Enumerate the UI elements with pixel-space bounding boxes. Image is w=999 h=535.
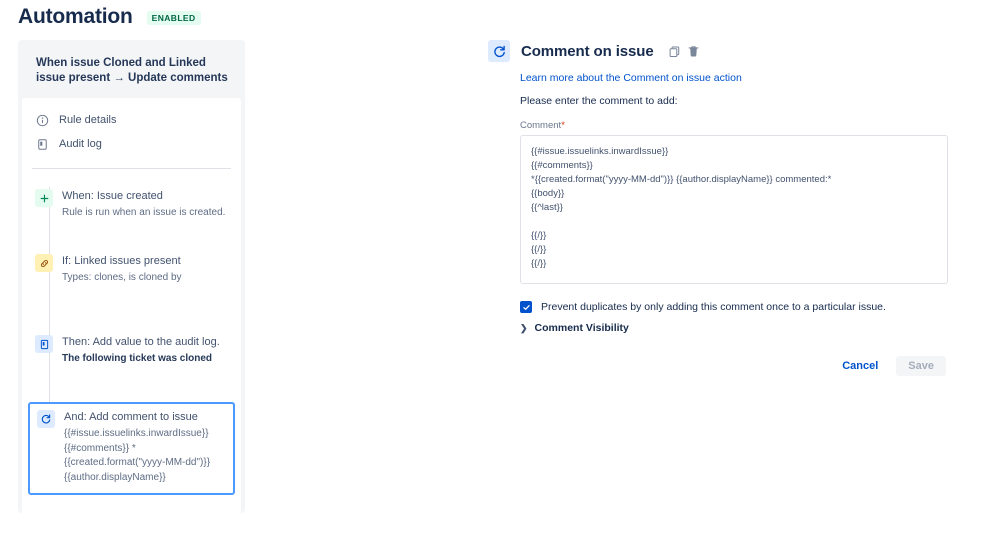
rule-name: When issue Cloned and Linked issue prese… [36,57,228,84]
page-title: Comment on issue [521,42,654,60]
component-title: And: Add comment to issue [64,411,198,423]
comment-refresh-icon [37,410,55,428]
prevent-duplicates-checkbox[interactable] [520,301,532,313]
link-icon [35,254,53,272]
audit-log-icon [35,137,49,151]
comment-field-label: Comment* [520,120,958,131]
comment-visibility-label: Comment Visibility [534,322,629,334]
component-subtitle: Rule is run when an issue is created. [62,207,226,218]
sidebar-item-rule-details[interactable]: Rule details [22,108,241,132]
component-subtitle: The following ticket was cloned [62,353,213,364]
sidebar-item-audit-log[interactable]: Audit log [22,132,241,156]
cancel-button[interactable]: Cancel [834,356,886,376]
comment-input[interactable] [520,135,948,284]
action-detail-panel: Comment on issue Learn more about the Co… [488,40,958,376]
trash-icon[interactable] [687,45,700,58]
page-title: Automation [18,5,133,28]
automation-rule-editor-page: Automation ENABLED When issue Cloned and… [0,0,999,535]
status-badge: ENABLED [146,11,201,25]
detail-header-actions [668,45,700,58]
comment-field-label-text: Comment [520,120,562,131]
component-title: When: Issue created [62,190,163,202]
chevron-right-icon: ❯ [520,322,528,333]
required-marker: * [561,120,565,131]
component-then-add-value-audit-log[interactable]: Then: Add value to the audit log. The fo… [22,329,241,372]
sidebar-item-label: Rule details [59,114,117,126]
plus-icon [35,189,53,207]
component-when-issue-created[interactable]: When: Issue created Rule is run when an … [22,183,241,226]
component-title: Then: Add value to the audit log. [62,336,220,348]
audit-log-icon [35,335,53,353]
form-actions: Cancel Save [520,356,946,376]
page-header: Automation ENABLED [18,0,201,34]
comment-visibility-toggle[interactable]: ❯ Comment Visibility [520,322,958,334]
component-and-add-comment-to-issue[interactable]: And: Add comment to issue {{#issue.issue… [28,402,235,495]
component-tree: When: Issue created Rule is run when an … [22,169,241,516]
learn-more-link[interactable]: Learn more about the Comment on issue ac… [520,72,958,84]
detail-header: Comment on issue [488,40,958,62]
save-button[interactable]: Save [896,356,946,376]
component-subtitle: {{#issue.issuelinks.inwardIssue}} {{#com… [64,428,211,483]
component-title: If: Linked issues present [62,255,181,267]
component-subtitle: Types: clones, is cloned by [62,272,182,283]
prevent-duplicates-row[interactable]: Prevent duplicates by only adding this c… [520,301,958,313]
component-if-linked-issues-present[interactable]: If: Linked issues present Types: clones,… [22,248,241,291]
rule-body: Rule details Audit log When: Issue creat… [22,98,241,516]
comment-refresh-icon [488,40,510,62]
sidebar-item-label: Audit log [59,138,102,150]
copy-icon[interactable] [668,45,681,58]
prevent-duplicates-label: Prevent duplicates by only adding this c… [541,301,886,313]
info-icon [35,113,49,127]
instruction-text: Please enter the comment to add: [520,95,678,107]
rule-nav-list: Rule details Audit log [22,98,241,164]
rule-panel: When issue Cloned and Linked issue prese… [18,40,245,516]
